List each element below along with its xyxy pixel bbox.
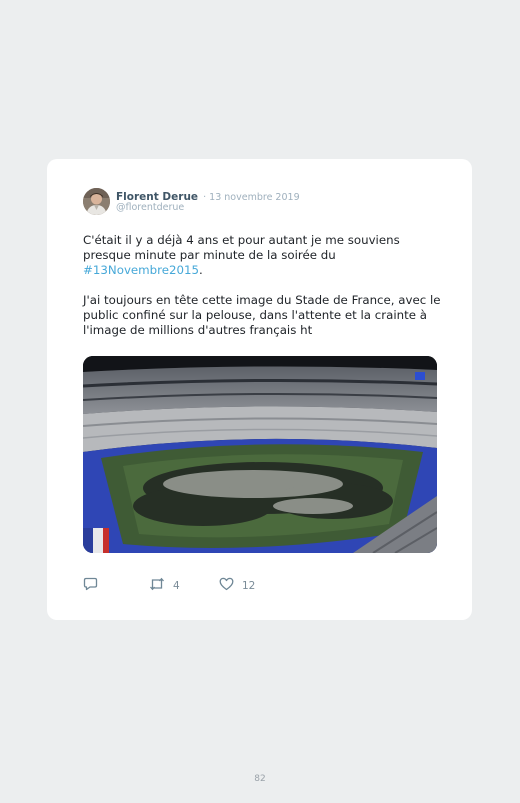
page-number: 82 [254,774,266,784]
tweet-date[interactable]: · 13 novembre 2019 [203,192,299,203]
author-handle[interactable]: @florentderue [116,202,184,213]
tweet-paragraph-2: J'ai toujours en tête cette image du Sta… [83,293,441,337]
like-button[interactable]: 12 [219,576,255,595]
reply-icon [83,576,98,595]
tweet-text-part: C'était il y a déjà 4 ans et pour autant… [83,233,400,262]
retweet-icon [149,576,165,595]
tweet-card: Florent Derue · 13 novembre 2019 @floren… [47,159,472,620]
tweet-photo[interactable] [83,356,437,553]
tweet-actions: 4 12 [83,576,283,592]
retweet-button[interactable]: 4 [149,576,180,595]
retweet-count: 4 [173,579,180,592]
hashtag-link[interactable]: #13Novembre2015 [83,263,199,277]
tweet-text: C'était il y a déjà 4 ans et pour autant… [83,233,443,338]
tweet-text-punctuation: . [199,263,203,277]
heart-icon [219,576,234,595]
reply-button[interactable] [83,576,98,595]
tweet-paragraph-1: C'était il y a déjà 4 ans et pour autant… [83,233,443,278]
avatar[interactable] [83,188,110,215]
like-count: 12 [242,579,256,592]
